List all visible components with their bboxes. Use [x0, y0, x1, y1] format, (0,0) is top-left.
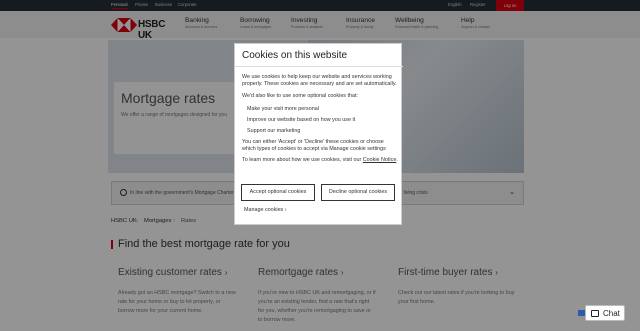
chat-accent: [578, 310, 585, 316]
cookie-dialog-title: Cookies on this website: [242, 50, 348, 61]
chat-label: Chat: [603, 309, 620, 318]
chevron-right-icon: ›: [284, 207, 287, 213]
cookie-optional-intro: We'd also like to use some optional cook…: [242, 93, 358, 99]
cookie-choice-text: You can either 'Accept' or 'Decline' the…: [242, 139, 386, 153]
chat-button[interactable]: Chat: [585, 305, 625, 321]
cookie-purpose-personal: Make your visit more personal: [247, 106, 319, 112]
chat-icon: [591, 310, 599, 317]
cookie-dialog-divider: [235, 66, 403, 67]
cookie-learn-more: To learn more about how we use cookies, …: [242, 157, 398, 164]
decline-optional-cookies-button[interactable]: Decline optional cookies: [321, 184, 395, 201]
cookie-learn-prefix: To learn more about how we use cookies, …: [242, 157, 362, 163]
cookie-notice-link[interactable]: Cookie Notice: [363, 157, 397, 163]
cookie-purpose-marketing: Support our marketing: [247, 128, 301, 134]
cookie-purpose-improve: Improve our website based on how you use…: [247, 117, 356, 123]
accept-optional-cookies-button[interactable]: Accept optional cookies: [241, 184, 315, 201]
cookie-learn-suffix: .: [396, 157, 398, 163]
manage-cookies-link[interactable]: Manage cookies ›: [244, 207, 287, 213]
cookie-consent-dialog: Cookies on this website We use cookies t…: [234, 43, 403, 225]
cookie-intro-text: We use cookies to help keep our website …: [242, 74, 397, 88]
manage-cookies-label: Manage cookies: [244, 207, 284, 213]
